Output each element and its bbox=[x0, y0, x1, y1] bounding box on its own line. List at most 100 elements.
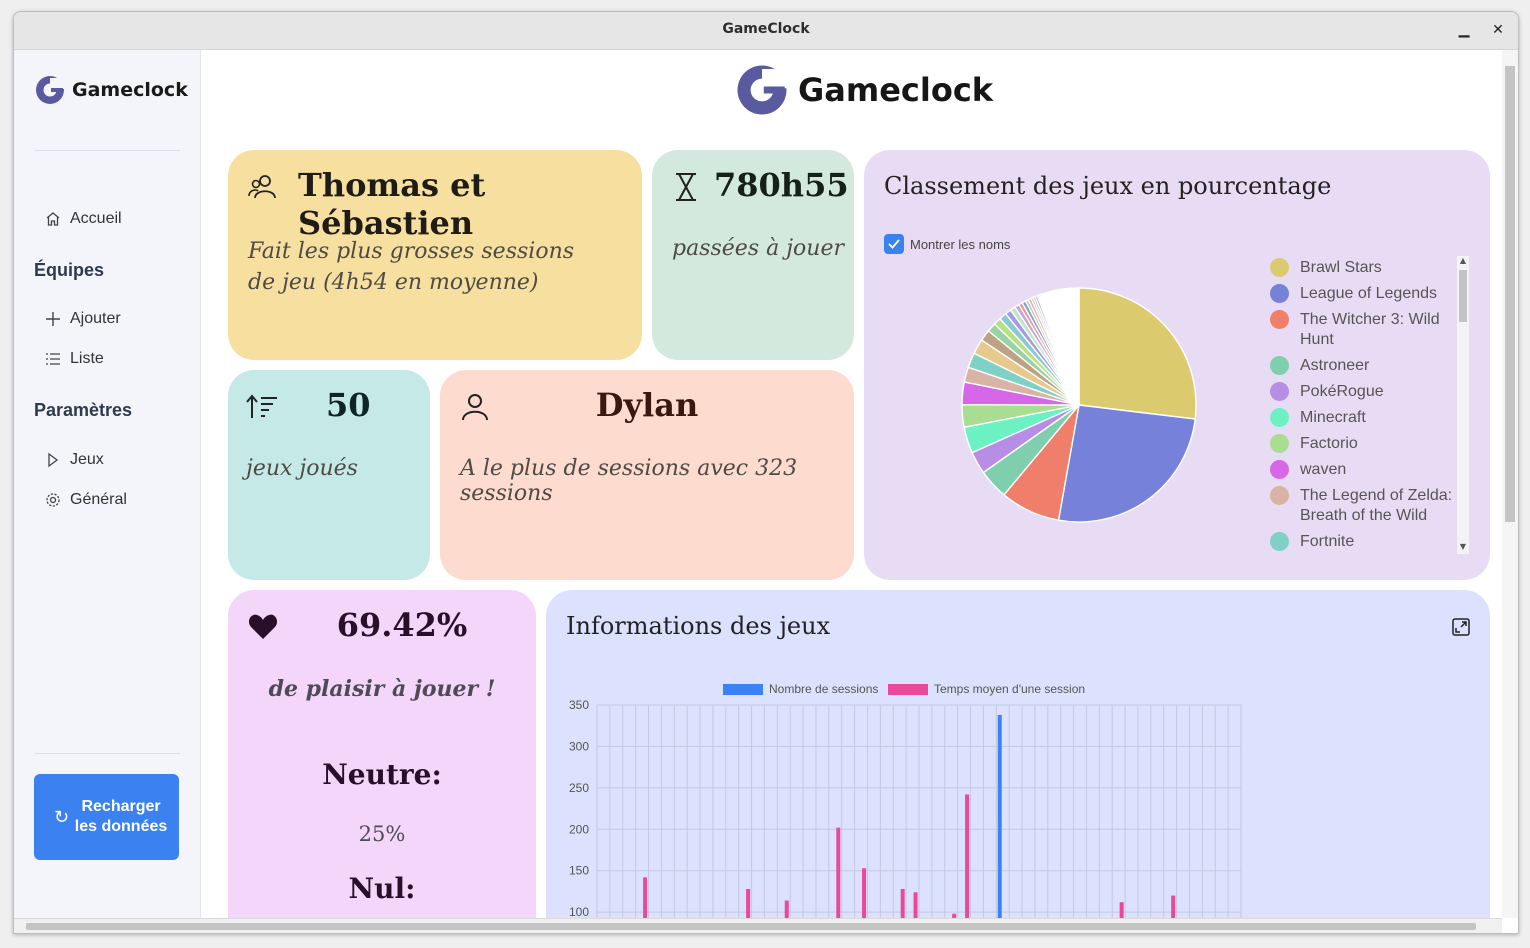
legend-item[interactable]: Brawl Stars bbox=[1270, 258, 1454, 278]
legend-swatch bbox=[723, 684, 763, 695]
nav-add-label: Ajouter bbox=[70, 310, 121, 327]
bar[interactable] bbox=[836, 827, 841, 918]
legend-item[interactable]: Astroneer bbox=[1270, 356, 1454, 376]
bar[interactable] bbox=[1171, 895, 1176, 918]
pleasure-card: 69.42% de plaisir à jouer ! Neutre: 25% … bbox=[228, 590, 536, 918]
legend-scrollbar[interactable]: ▲ ▼ bbox=[1457, 256, 1469, 554]
sidebar: Gameclock Accueil Équipes Ajouter Liste … bbox=[14, 50, 201, 918]
legend-swatch bbox=[1270, 310, 1289, 329]
games-count-card: 50 jeux joués bbox=[228, 370, 430, 580]
horizontal-scrollbar[interactable] bbox=[14, 918, 1502, 933]
play-time-card: 780h55 passées à jouer bbox=[652, 150, 854, 360]
nav-games[interactable]: Jeux bbox=[44, 451, 104, 469]
top-player-title: Dylan bbox=[595, 386, 699, 424]
bar[interactable] bbox=[746, 888, 751, 918]
legend-item[interactable]: PokéRogue bbox=[1270, 382, 1454, 402]
legend-item[interactable]: League of Legends bbox=[1270, 284, 1454, 304]
reload-label: Recharger les données bbox=[74, 798, 168, 835]
title-bar: GameClock ▁ ✕ bbox=[14, 12, 1518, 50]
pleasure-text: de plaisir à jouer ! bbox=[268, 676, 496, 702]
play-time-title: 780h55 bbox=[714, 166, 849, 204]
bar[interactable] bbox=[997, 714, 1002, 918]
legend-swatch bbox=[1270, 486, 1289, 505]
legend-swatch bbox=[1270, 532, 1289, 551]
bar[interactable] bbox=[965, 794, 970, 918]
page-scrollbar[interactable] bbox=[1502, 50, 1518, 918]
home-icon bbox=[44, 210, 62, 228]
pie-slice[interactable] bbox=[1057, 404, 1196, 523]
top-team-card: Thomas et Sébastien Fait les plus grosse… bbox=[228, 150, 642, 360]
legend-swatch bbox=[1270, 408, 1289, 427]
y-tick-label: 350 bbox=[569, 698, 589, 712]
bar[interactable] bbox=[643, 877, 648, 918]
legend-item[interactable]: The Witcher 3: Wild Hunt bbox=[1270, 310, 1454, 350]
window-title: GameClock bbox=[722, 21, 810, 37]
legend-item[interactable]: The Legend of Zelda: Breath of the Wild bbox=[1270, 486, 1454, 526]
legend-swatch bbox=[1270, 382, 1289, 401]
null-label: Nul: bbox=[348, 872, 416, 905]
page-scroll-thumb[interactable] bbox=[1505, 66, 1515, 522]
show-names-toggle[interactable]: Montrer les noms bbox=[884, 234, 1010, 254]
bar[interactable] bbox=[862, 868, 867, 918]
pie-legend[interactable]: Brawl Stars League of Legends The Witcher … bbox=[1270, 258, 1454, 552]
bar[interactable] bbox=[1119, 902, 1124, 918]
settings-heading: Paramètres bbox=[34, 400, 133, 420]
list-icon bbox=[44, 350, 62, 368]
legend-swatch bbox=[1270, 434, 1289, 453]
legend-item[interactable]: Fortnite bbox=[1270, 532, 1454, 552]
check-icon[interactable] bbox=[884, 234, 904, 254]
neutral-label: Neutre: bbox=[322, 758, 442, 791]
show-names-label: Montrer les noms bbox=[910, 236, 1011, 252]
legend-label: League of Legends bbox=[1300, 285, 1438, 302]
y-tick-label: 150 bbox=[569, 864, 589, 878]
top-player-text: A le plus de sessions avec 323 sessions bbox=[460, 456, 798, 506]
legend-item[interactable]: waven bbox=[1270, 460, 1454, 480]
gear-icon bbox=[44, 491, 62, 509]
close-icon[interactable]: ✕ bbox=[1488, 20, 1508, 40]
scroll-up-icon[interactable]: ▲ bbox=[1457, 256, 1469, 268]
legend-swatch bbox=[1270, 356, 1289, 375]
reload-button[interactable]: ↻ Recharger les données bbox=[34, 774, 179, 860]
legend-item[interactable]: Minecraft bbox=[1270, 408, 1454, 428]
legend-label: waven bbox=[1300, 461, 1347, 478]
neutral-value: 25% bbox=[358, 822, 406, 846]
legend-label: PokéRogue bbox=[1300, 383, 1384, 400]
nav-list[interactable]: Liste bbox=[44, 350, 104, 368]
top-team-title: Thomas et Sébastien bbox=[298, 166, 486, 242]
header-logo: Gameclock bbox=[734, 62, 993, 118]
top-player-card: Dylan A le plus de sessions avec 323 ses… bbox=[440, 370, 854, 580]
divider bbox=[34, 150, 180, 151]
nav-general[interactable]: Général bbox=[44, 491, 127, 509]
nav-home[interactable]: Accueil bbox=[44, 210, 122, 228]
play-icon bbox=[44, 451, 62, 469]
sidebar-brand: Gameclock bbox=[72, 79, 188, 101]
games-count-title: 50 bbox=[326, 386, 371, 424]
legend-swatch bbox=[888, 684, 928, 695]
bar[interactable] bbox=[784, 900, 789, 918]
legend-swatch bbox=[1270, 258, 1289, 277]
games-info-title: Informations des jeux bbox=[566, 612, 831, 640]
hourglass-icon bbox=[676, 173, 696, 201]
scroll-down-icon[interactable]: ▼ bbox=[1457, 542, 1469, 554]
scroll-thumb[interactable] bbox=[1459, 270, 1467, 322]
teams-heading: Équipes bbox=[34, 260, 105, 280]
pie-slice[interactable] bbox=[1078, 287, 1197, 420]
plus-icon bbox=[44, 310, 62, 328]
legend-label: Astroneer bbox=[1300, 357, 1370, 374]
logo-icon bbox=[737, 65, 790, 115]
sidebar-logo[interactable]: Gameclock bbox=[34, 74, 188, 106]
legend-label: Nombre de sessions bbox=[769, 682, 878, 696]
nav-add[interactable]: Ajouter bbox=[44, 310, 121, 328]
minimize-icon[interactable]: ▁ bbox=[1454, 20, 1474, 40]
horizontal-scroll-thumb[interactable] bbox=[26, 923, 1476, 930]
bar[interactable] bbox=[913, 892, 918, 918]
legend-item[interactable]: Factorio bbox=[1270, 434, 1454, 454]
legend-swatch bbox=[1270, 284, 1289, 303]
app-window: GameClock ▁ ✕ Gameclock Accueil Équipes bbox=[13, 11, 1519, 934]
bar[interactable] bbox=[900, 888, 905, 918]
y-tick-label: 200 bbox=[569, 822, 589, 836]
y-tick-label: 300 bbox=[569, 739, 589, 753]
play-time-text: passées à jouer bbox=[672, 236, 844, 261]
logo-icon bbox=[36, 76, 66, 104]
expand-icon[interactable] bbox=[1452, 618, 1470, 636]
